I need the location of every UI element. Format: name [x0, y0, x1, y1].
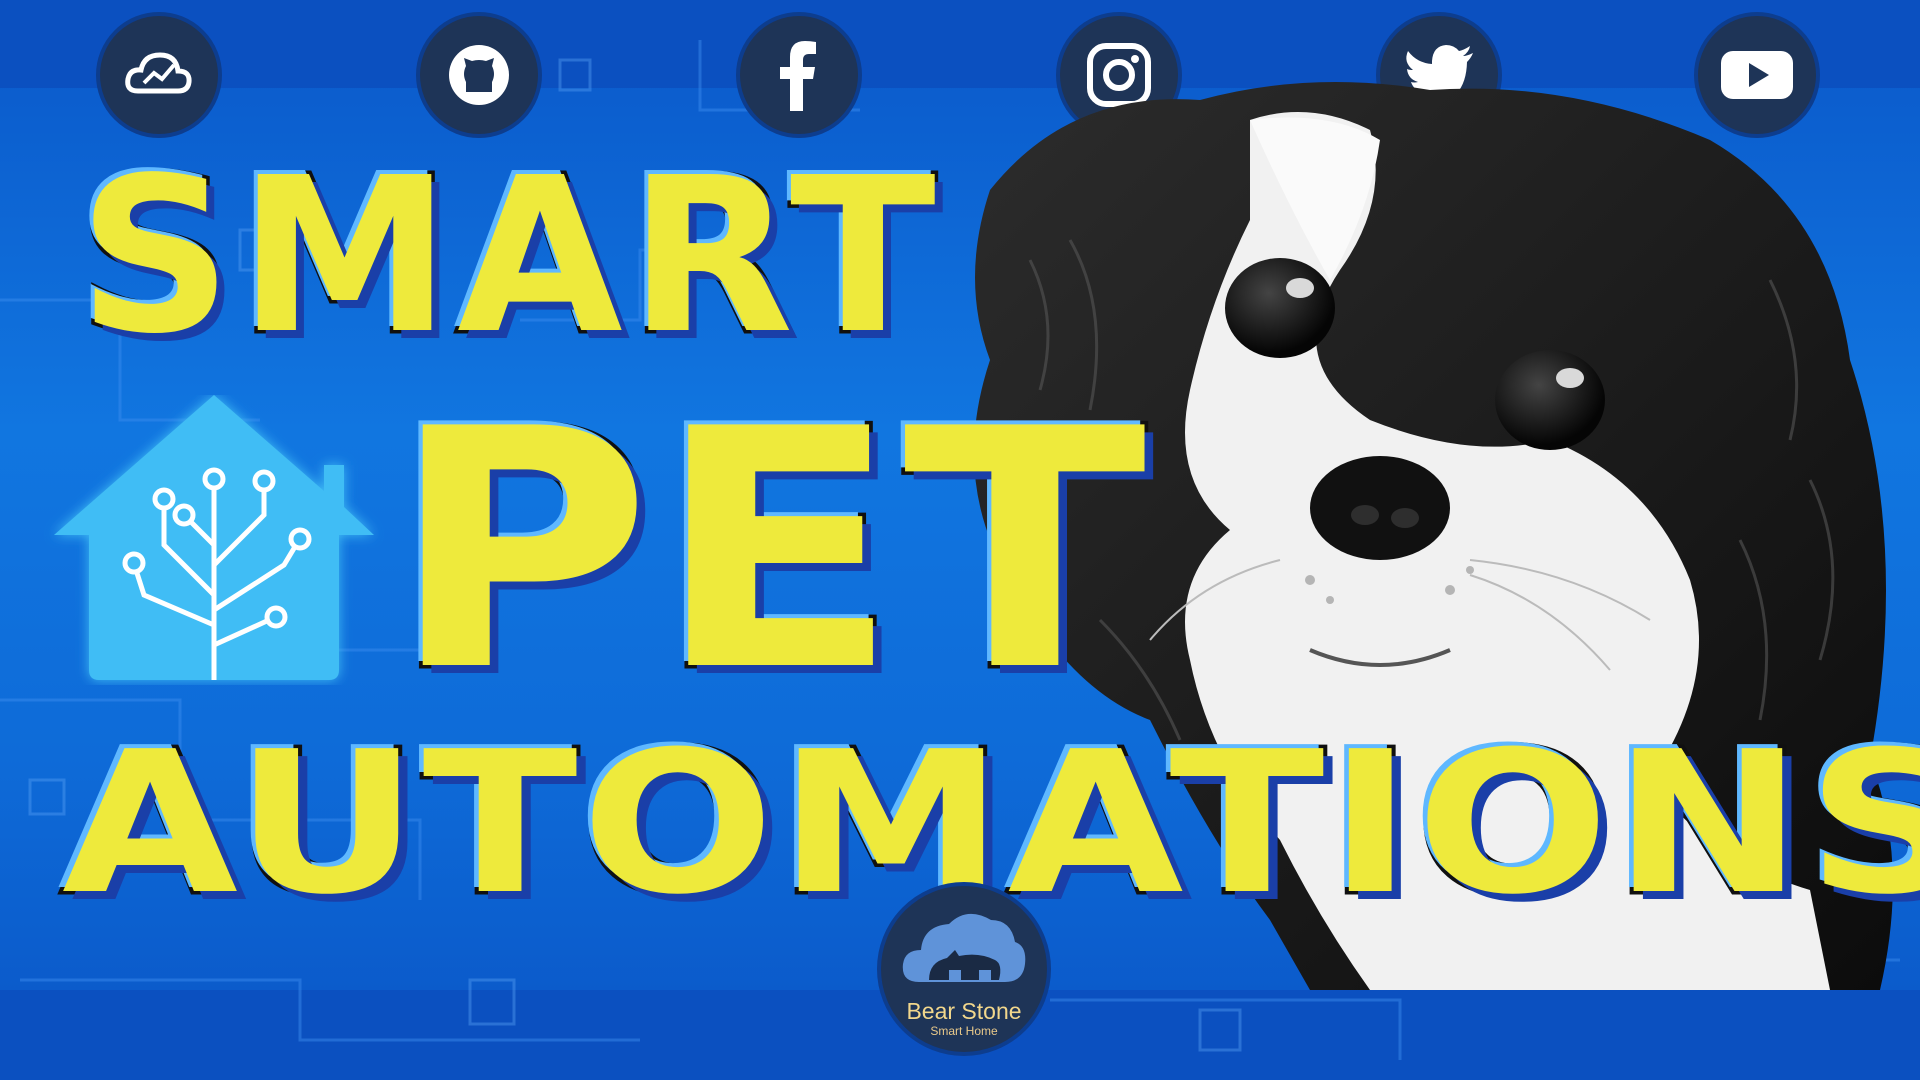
title-pet: PET [386, 359, 1151, 743]
thumbnail: SMART PET AUTOMATIONS Bear Stone Smart H… [0, 0, 1920, 1080]
cloud-chart-icon[interactable] [96, 12, 222, 138]
home-assistant-logo-icon [54, 395, 374, 680]
github-icon[interactable] [416, 12, 542, 138]
brand-tagline: Smart Home [930, 1024, 998, 1038]
bear-cloud-icon [902, 913, 1026, 982]
title-smart: SMART [75, 132, 942, 381]
channel-logo[interactable]: Bear Stone Smart Home [877, 882, 1051, 1056]
brand-name: Bear Stone [906, 998, 1022, 1024]
facebook-icon[interactable] [736, 12, 862, 138]
